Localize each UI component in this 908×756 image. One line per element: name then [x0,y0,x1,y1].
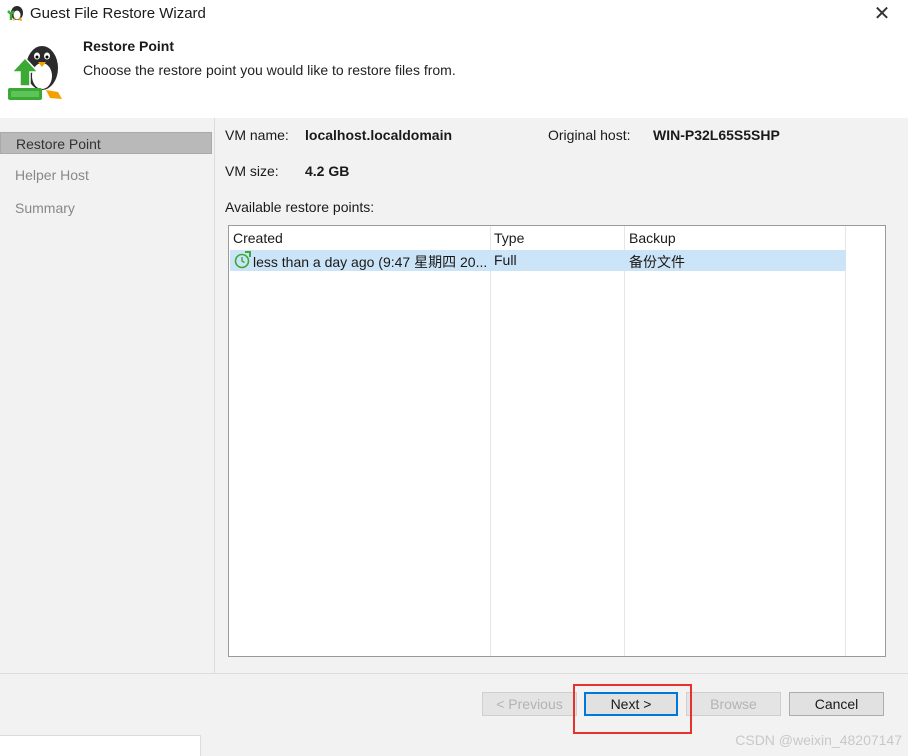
window-title: Guest File Restore Wizard [30,5,206,22]
vm-size-value: 4.2 GB [305,163,350,179]
window-titlebar: Guest File Restore Wizard ✕ [0,0,908,28]
bottom-strip [0,735,201,756]
previous-button[interactable]: < Previous [482,692,577,716]
sidebar-item-helper-host[interactable]: Helper Host [0,164,212,186]
next-button-highlight-box [573,684,692,734]
wizard-header: Restore Point Choose the restore point y… [0,28,908,118]
linux-restore-icon [8,46,62,100]
column-header-type[interactable]: Type [494,230,524,246]
restore-points-label: Available restore points: [225,199,375,215]
column-divider [490,226,491,656]
row-created: less than a day ago (9:47 星期四 20... [253,254,488,270]
row-backup: 备份文件 [629,254,685,270]
table-row[interactable]: less than a day ago (9:47 星期四 20... Full… [230,250,846,271]
vm-name-value: localhost.localdomain [305,127,453,143]
vm-size-label: VM size: [225,163,279,179]
row-type: Full [494,252,517,268]
watermark: CSDN @weixin_48207147 [735,732,902,748]
original-host-label: Original host: [548,127,631,143]
original-host-value: WIN-P32L65S5SHP [653,127,780,143]
column-header-backup[interactable]: Backup [629,230,676,246]
page-subtitle: Choose the restore point you would like … [83,62,456,78]
page-title: Restore Point [83,38,175,54]
app-icon [7,6,23,21]
browse-button[interactable]: Browse [686,692,781,716]
column-header-created[interactable]: Created [233,230,283,246]
column-divider [845,226,846,656]
restore-point-clock-icon [234,251,251,269]
restore-points-table[interactable]: Created Type Backup less than a day ago … [228,225,886,657]
column-divider [624,226,625,656]
wizard-steps-sidebar: Restore Point Helper Host Summary [0,118,214,673]
close-button[interactable]: ✕ [868,2,896,26]
cancel-button[interactable]: Cancel [789,692,884,716]
sidebar-item-summary[interactable]: Summary [0,197,212,219]
sidebar-item-restore-point[interactable]: Restore Point [0,132,212,154]
vm-name-label: VM name: [225,127,289,143]
